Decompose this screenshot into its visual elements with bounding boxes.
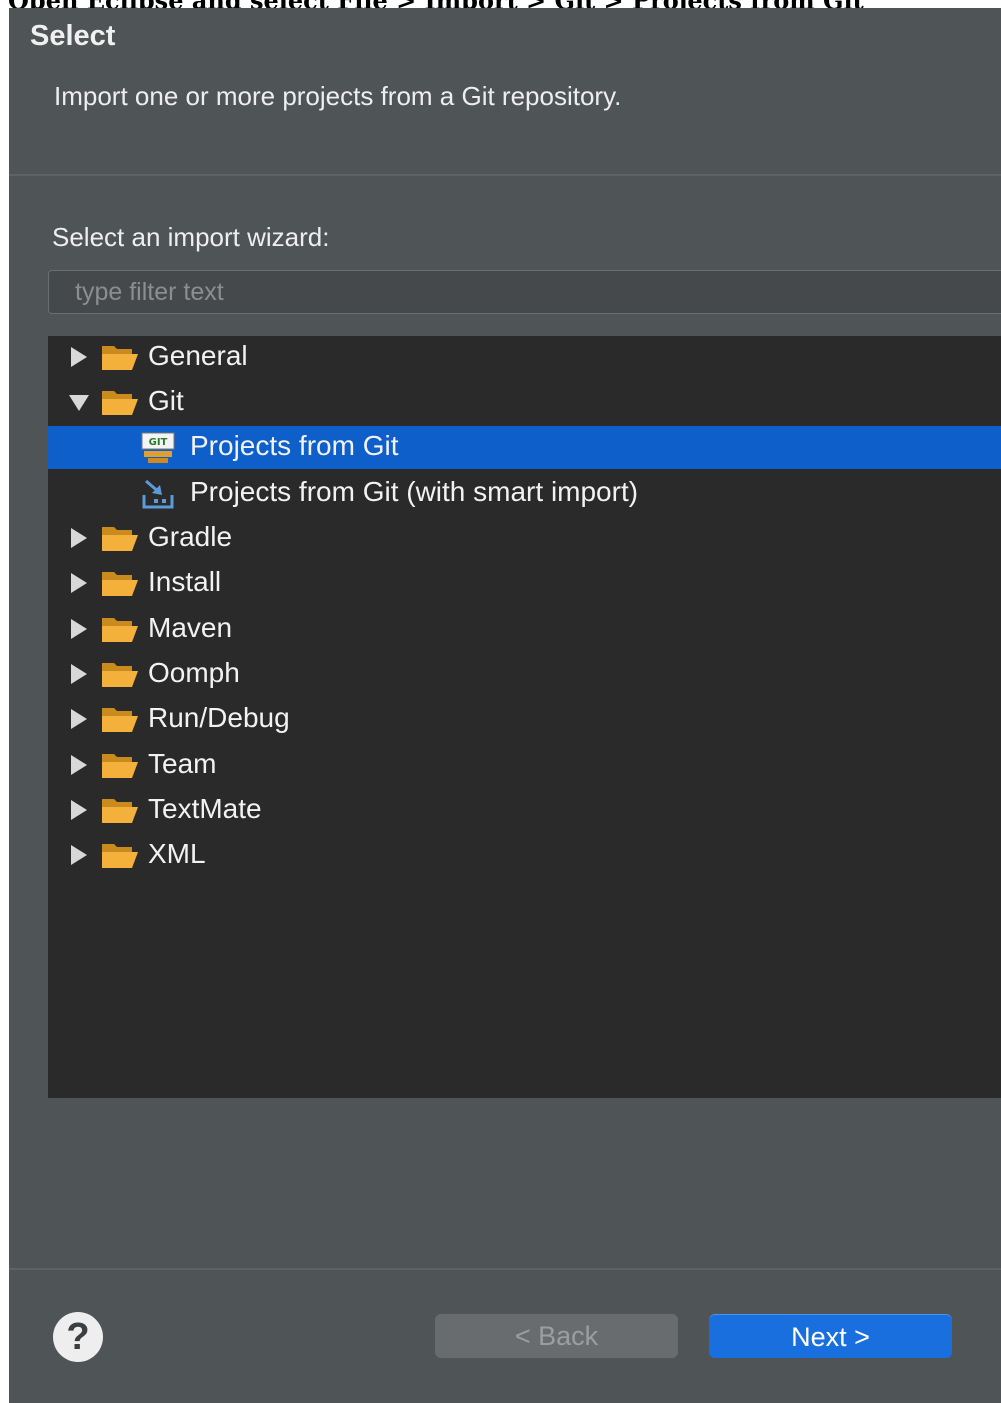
folder-icon bbox=[102, 799, 138, 823]
svg-text:GIT: GIT bbox=[149, 437, 168, 448]
smart-import-icon bbox=[142, 479, 174, 509]
expand-arrow-icon[interactable] bbox=[69, 663, 89, 685]
help-icon[interactable]: ? bbox=[53, 1312, 103, 1362]
back-button[interactable]: < Back bbox=[435, 1314, 678, 1358]
next-button[interactable]: Next > bbox=[709, 1314, 952, 1358]
tree-item-oomph[interactable]: Oomph bbox=[48, 653, 1001, 696]
tree-item-run-debug[interactable]: Run/Debug bbox=[48, 698, 1001, 741]
tree-item-label: Projects from Git bbox=[190, 430, 399, 461]
tree-item-label: General bbox=[148, 340, 248, 371]
tree-item-label: Run/Debug bbox=[148, 702, 290, 733]
folder-icon bbox=[102, 346, 138, 370]
expand-arrow-icon[interactable] bbox=[69, 754, 89, 776]
tree-item-label: TextMate bbox=[148, 793, 262, 824]
tree-item-gradle[interactable]: Gradle bbox=[48, 517, 1001, 560]
tree-item-install[interactable]: Install bbox=[48, 562, 1001, 605]
tree-item-general[interactable]: General bbox=[48, 336, 1001, 379]
folder-icon bbox=[102, 844, 138, 868]
folder-icon bbox=[102, 618, 138, 642]
filter-input[interactable] bbox=[48, 270, 1001, 314]
folder-icon bbox=[102, 527, 138, 551]
git-repo-icon: GIT bbox=[141, 432, 175, 463]
expand-arrow-icon[interactable] bbox=[69, 844, 89, 866]
folder-icon bbox=[102, 572, 138, 596]
collapse-arrow-icon[interactable] bbox=[69, 391, 89, 413]
tree-item-xml[interactable]: XML bbox=[48, 834, 1001, 877]
tree-item-git[interactable]: Git bbox=[48, 381, 1001, 424]
footer-divider bbox=[9, 1268, 1001, 1270]
expand-arrow-icon[interactable] bbox=[69, 618, 89, 640]
tree-item-label: Team bbox=[148, 748, 217, 779]
folder-icon bbox=[102, 663, 138, 687]
folder-icon bbox=[102, 754, 138, 778]
expand-arrow-icon[interactable] bbox=[69, 527, 89, 549]
tree-item-label: Git bbox=[148, 385, 184, 416]
expand-arrow-icon[interactable] bbox=[69, 572, 89, 594]
tree-item-projects-from-git-smart-import[interactable]: Projects from Git (with smart import) bbox=[48, 472, 1001, 515]
tree-item-label: Gradle bbox=[148, 521, 233, 552]
tree-item-textmate[interactable]: TextMate bbox=[48, 789, 1001, 832]
import-dialog: Select Import one or more projects from … bbox=[9, 8, 1001, 1403]
expand-arrow-icon[interactable] bbox=[69, 346, 89, 368]
tree-item-projects-from-git[interactable]: GIT Projects from Git bbox=[48, 426, 1001, 469]
dialog-description: Import one or more projects from a Git r… bbox=[54, 81, 622, 111]
tree-item-label: XML bbox=[148, 838, 206, 869]
dialog-title: Select bbox=[30, 20, 116, 52]
wizard-label: Select an import wizard: bbox=[52, 222, 330, 252]
tree-item-team[interactable]: Team bbox=[48, 744, 1001, 787]
dialog-header: Select Import one or more projects from … bbox=[9, 8, 1001, 176]
tree-item-maven[interactable]: Maven bbox=[48, 608, 1001, 651]
wizard-tree[interactable]: General Git GIT Projects from Git Projec… bbox=[48, 336, 1001, 1098]
tree-item-label: Install bbox=[148, 566, 222, 597]
expand-arrow-icon[interactable] bbox=[69, 708, 89, 730]
tree-item-label: Maven bbox=[148, 612, 233, 643]
tree-item-label: Projects from Git (with smart import) bbox=[190, 476, 639, 507]
tree-item-label: Oomph bbox=[148, 657, 240, 688]
expand-arrow-icon[interactable] bbox=[69, 799, 89, 821]
folder-icon bbox=[102, 391, 138, 415]
folder-icon bbox=[102, 708, 138, 732]
